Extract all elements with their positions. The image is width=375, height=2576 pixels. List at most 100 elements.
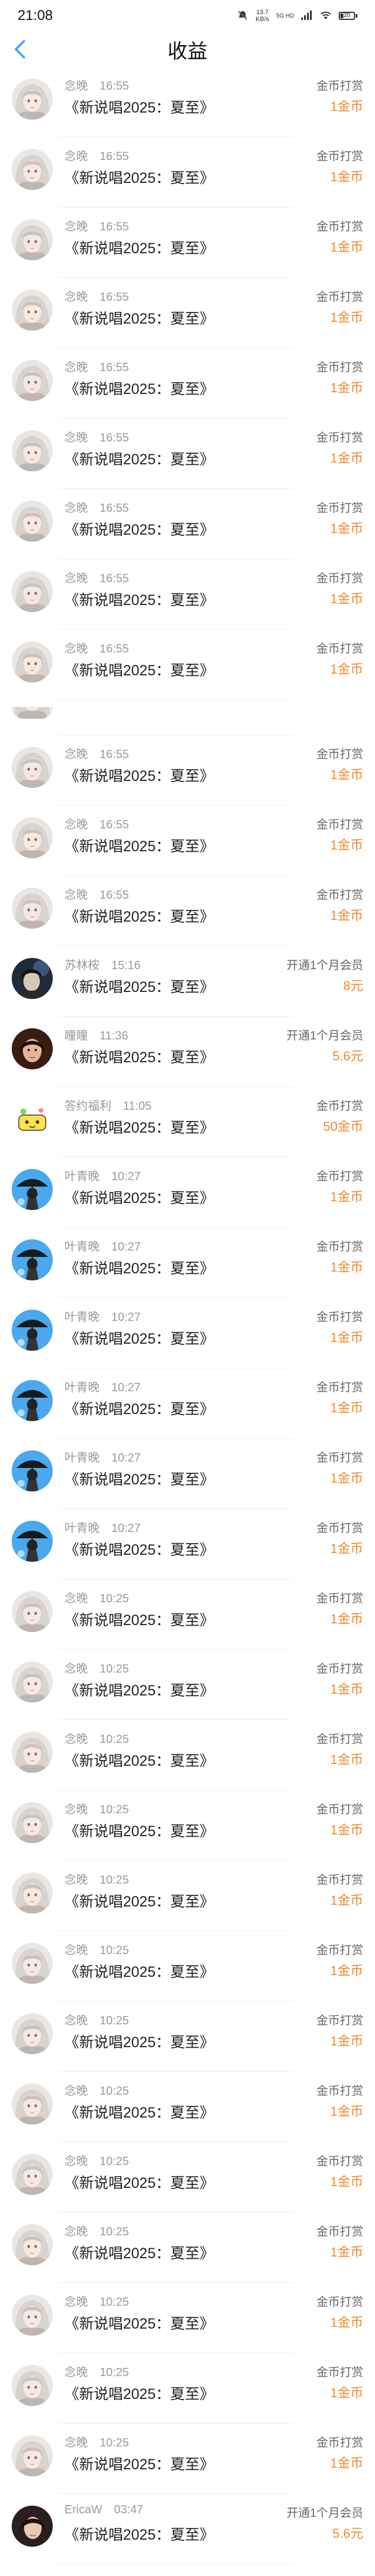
user-name[interactable]: 念晚 — [64, 2155, 88, 2168]
user-name[interactable]: 念晚 — [64, 2225, 88, 2238]
user-name[interactable]: 念晚 — [64, 572, 88, 585]
earnings-row[interactable]: 叶青晚 10:27 《新说唱2025：夏至》 金币打赏 1金币 — [0, 1439, 375, 1509]
avatar[interactable] — [12, 79, 53, 120]
user-name[interactable]: 叶青晚 — [64, 1241, 100, 1253]
work-title[interactable]: 《新说唱2025：夏至》 — [64, 2312, 214, 2333]
work-title[interactable]: 《新说唱2025：夏至》 — [64, 96, 214, 117]
work-title[interactable]: 《新说唱2025：夏至》 — [64, 1679, 214, 1700]
avatar[interactable] — [12, 1380, 53, 1421]
avatar[interactable] — [12, 571, 53, 612]
user-name[interactable]: 念晚 — [64, 2085, 88, 2098]
user-name[interactable]: 叶青晚 — [64, 1381, 100, 1394]
avatar[interactable] — [12, 747, 53, 788]
earnings-row[interactable]: 念晚 10:25 《新说唱2025：夏至》 金币打赏 1金币 — [0, 2213, 375, 2283]
user-name[interactable]: 念晚 — [64, 150, 88, 163]
earnings-row[interactable]: 念晚 10:25 《新说唱2025：夏至》 金币打赏 1金币 — [0, 2283, 375, 2353]
work-title[interactable]: 《新说唱2025：夏至》 — [64, 2031, 214, 2052]
earnings-row[interactable]: 念晚 16:55 《新说唱2025：夏至》 金币打赏 1金币 — [0, 278, 375, 348]
user-name[interactable]: 念晚 — [64, 2014, 88, 2027]
earnings-row[interactable]: EricaW 03:47 《新说唱2025：夏至》 开通1个月会员 5.6元 — [0, 2494, 375, 2564]
earnings-row[interactable]: 念晚 10:25 《新说唱2025：夏至》 金币打赏 1金币 — [0, 2353, 375, 2424]
user-name[interactable]: 叶青晚 — [64, 1170, 100, 1183]
earnings-row[interactable]: 念晚 16:55 《新说唱2025：夏至》 金币打赏 1金币 — [0, 348, 375, 419]
work-title[interactable]: 《新说唱2025：夏至》 — [64, 1187, 214, 1208]
work-title[interactable]: 《新说唱2025：夏至》 — [64, 518, 214, 539]
earnings-row[interactable]: 叶青晚 10:27 《新说唱2025：夏至》 金币打赏 1金币 — [0, 1368, 375, 1439]
user-name[interactable]: 念晚 — [64, 1592, 88, 1605]
user-name[interactable]: 念晚 — [64, 1944, 88, 1957]
avatar[interactable] — [12, 707, 53, 719]
avatar[interactable] — [12, 2365, 53, 2406]
user-name[interactable]: 念晚 — [64, 1663, 88, 1676]
earnings-row[interactable]: 念晚 16:55 《新说唱2025：夏至》 金币打赏 1金币 — [0, 806, 375, 876]
avatar[interactable] — [12, 2154, 53, 2195]
earnings-row[interactable]: 念晚 10:25 《新说唱2025：夏至》 金币打赏 1金币 — [0, 2142, 375, 2213]
avatar[interactable] — [12, 1450, 53, 1491]
work-title[interactable]: 《新说唱2025：夏至》 — [64, 1046, 214, 1067]
avatar[interactable] — [12, 1521, 53, 1562]
work-title[interactable]: 《新说唱2025：夏至》 — [64, 1960, 214, 1982]
earnings-row[interactable]: 念晚 16:55 《新说唱2025：夏至》 金币打赏 1金币 — [0, 630, 375, 700]
user-name[interactable]: 念晚 — [64, 2296, 88, 2309]
avatar[interactable] — [12, 1239, 53, 1280]
avatar[interactable] — [12, 2084, 53, 2125]
work-title[interactable]: 《新说唱2025：夏至》 — [64, 2242, 214, 2263]
work-title[interactable]: 《新说唱2025：夏至》 — [64, 378, 214, 399]
user-name[interactable]: 叶青晚 — [64, 1452, 100, 1464]
avatar[interactable] — [12, 149, 53, 190]
work-title[interactable]: 《新说唱2025：夏至》 — [64, 1257, 214, 1278]
avatar[interactable] — [12, 958, 53, 999]
earnings-row[interactable]: 念晚 16:55 《新说唱2025：夏至》 金币打赏 1金币 — [0, 735, 375, 806]
user-name[interactable]: 念晚 — [64, 361, 88, 374]
avatar[interactable] — [12, 290, 53, 331]
avatar[interactable] — [12, 888, 53, 929]
avatar[interactable] — [12, 430, 53, 471]
earnings-row[interactable]: 叶青晚 10:27 《新说唱2025：夏至》 金币打赏 1金币 — [0, 1509, 375, 1579]
avatar[interactable] — [12, 1169, 53, 1210]
user-name[interactable]: 答约福利 — [64, 1100, 111, 1113]
earnings-row[interactable]: 念晚 10:25 《新说唱2025：夏至》 金币打赏 1金币 — [0, 2072, 375, 2142]
earnings-row[interactable]: 叶青晚 10:27 《新说唱2025：夏至》 金币打赏 1金币 — [0, 1228, 375, 1298]
earnings-row[interactable]: 念晚 16:55 《新说唱2025：夏至》 金币打赏 1金币 — [0, 559, 375, 630]
avatar[interactable] — [12, 1661, 53, 1702]
earnings-row[interactable]: 念晚 10:25 《新说唱2025：夏至》 金币打赏 1金币 — [0, 1931, 375, 2001]
user-name[interactable]: 叶青晚 — [64, 1311, 100, 1324]
user-name[interactable]: 念晚 — [64, 2366, 88, 2379]
avatar[interactable] — [12, 1872, 53, 1914]
work-title[interactable]: 《新说唱2025：夏至》 — [64, 448, 214, 469]
avatar[interactable] — [12, 2506, 53, 2547]
earnings-row[interactable]: 念晚 16:55 《新说唱2025：夏至》 金币打赏 1金币 — [0, 489, 375, 559]
earnings-row[interactable]: 念晚 10:25 《新说唱2025：夏至》 金币打赏 1金币 — [0, 1861, 375, 1931]
work-title[interactable]: 《新说唱2025：夏至》 — [64, 2101, 214, 2122]
avatar[interactable] — [12, 2435, 53, 2476]
avatar[interactable] — [12, 1099, 53, 1140]
work-title[interactable]: 《新说唱2025：夏至》 — [64, 589, 214, 610]
user-name[interactable]: EricaW — [64, 2503, 102, 2516]
earnings-row[interactable]: 念晚 10:25 《新说唱2025：夏至》 金币打赏 1金币 — [0, 2001, 375, 2072]
earnings-row[interactable]: 苏林桉 15:16 《新说唱2025：夏至》 开通1个月会员 8元 — [0, 946, 375, 1017]
work-title[interactable]: 《新说唱2025：夏至》 — [64, 764, 214, 786]
work-title[interactable]: 《新说唱2025：夏至》 — [64, 905, 214, 926]
work-title[interactable]: 《新说唱2025：夏至》 — [64, 2523, 214, 2544]
work-title[interactable]: 《新说唱2025：夏至》 — [64, 659, 214, 680]
avatar[interactable] — [12, 2013, 53, 2054]
work-title[interactable]: 《新说唱2025：夏至》 — [64, 166, 214, 188]
avatar[interactable] — [12, 2224, 53, 2265]
user-name[interactable]: 苏林桉 — [64, 959, 100, 972]
user-name[interactable]: 念晚 — [64, 431, 88, 444]
avatar[interactable] — [12, 1028, 53, 1069]
earnings-row[interactable] — [0, 700, 375, 735]
user-name[interactable]: 念晚 — [64, 818, 88, 831]
avatar[interactable] — [12, 2295, 53, 2336]
work-title[interactable]: 《新说唱2025：夏至》 — [64, 1468, 214, 1489]
user-name[interactable]: 叶青晚 — [64, 1522, 100, 1535]
earnings-row[interactable]: 念晚 16:55 《新说唱2025：夏至》 金币打赏 1金币 — [0, 208, 375, 278]
work-title[interactable]: 《新说唱2025：夏至》 — [64, 1116, 214, 1137]
earnings-row[interactable]: 瞳瞳 11:36 《新说唱2025：夏至》 开通1个月会员 5.6元 — [0, 1017, 375, 1087]
earnings-row[interactable]: 念晚 16:55 《新说唱2025：夏至》 金币打赏 1金币 — [0, 137, 375, 208]
avatar[interactable] — [12, 360, 53, 401]
earnings-row[interactable]: 叶青晚 10:27 《新说唱2025：夏至》 金币打赏 1金币 — [0, 1298, 375, 1368]
work-title[interactable]: 《新说唱2025：夏至》 — [64, 307, 214, 328]
user-name[interactable]: 念晚 — [64, 748, 88, 761]
work-title[interactable]: 《新说唱2025：夏至》 — [64, 1538, 214, 1559]
